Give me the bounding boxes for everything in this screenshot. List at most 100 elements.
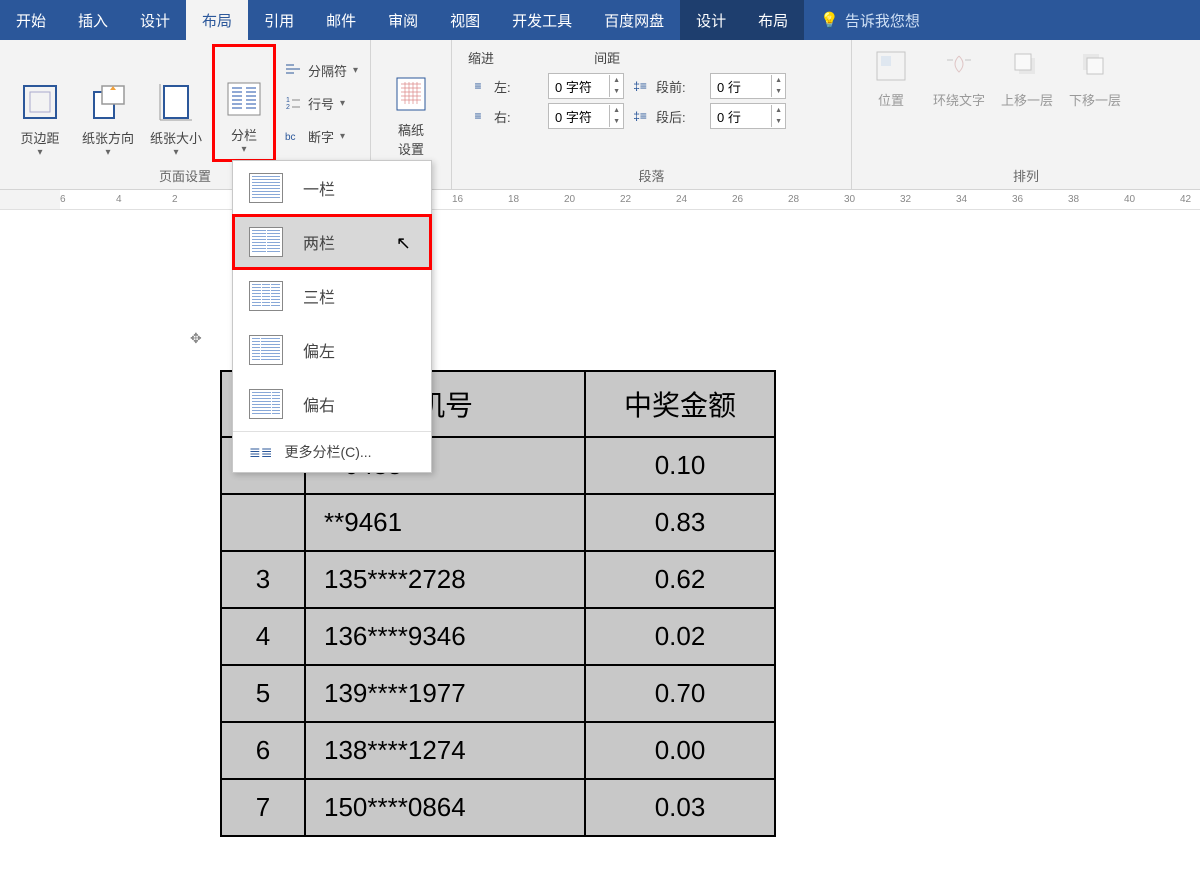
bulb-icon: 💡	[820, 11, 839, 29]
table-cell: 138****1274	[305, 722, 585, 779]
tab-baidu[interactable]: 百度网盘	[588, 0, 680, 40]
table-header-2: 中奖金额	[585, 371, 775, 437]
ruler-tick: 16	[452, 194, 463, 205]
three-column-icon	[249, 281, 283, 311]
table-row[interactable]: 6138****12740.00	[221, 722, 775, 779]
tab-insert[interactable]: 插入	[62, 0, 124, 40]
svg-text:bc: bc	[285, 132, 296, 143]
orientation-icon	[88, 82, 128, 122]
tab-reference[interactable]: 引用	[248, 0, 310, 40]
tab-layout[interactable]: 布局	[186, 0, 248, 40]
tell-me[interactable]: 💡告诉我您想	[804, 0, 936, 40]
table-cell: 0.03	[585, 779, 775, 836]
ruler-tick: 40	[1124, 194, 1135, 205]
paper-settings-button[interactable]: 稿纸 设置	[379, 44, 443, 162]
arrange-group: 位置 环绕文字 上移一层 下移一层 排列	[852, 40, 1200, 189]
wrap-icon	[941, 48, 977, 84]
ruler: 6421012141618202224262830323436384042	[0, 190, 1200, 210]
table-row[interactable]: 4136****93460.02	[221, 608, 775, 665]
indent-left-input[interactable]: ▲▼	[548, 73, 624, 99]
ruler-tick: 24	[676, 194, 687, 205]
cursor-icon: ↖	[396, 233, 411, 254]
svg-text:2: 2	[286, 104, 290, 111]
table-cell: 150****0864	[305, 779, 585, 836]
wrap-button[interactable]: 环绕文字	[928, 44, 990, 113]
ruler-tick: 2	[172, 194, 178, 205]
indent-right-label: 右:	[494, 107, 542, 126]
size-button[interactable]: 纸张大小▾	[144, 44, 208, 162]
forward-button[interactable]: 上移一层	[996, 44, 1058, 113]
tab-table-design[interactable]: 设计	[680, 0, 742, 40]
table-row[interactable]: 5139****19770.70	[221, 665, 775, 722]
table-cell: 6	[221, 722, 305, 779]
tab-mail[interactable]: 邮件	[310, 0, 372, 40]
ruler-tick: 32	[900, 194, 911, 205]
table-row[interactable]: 7150****08640.03	[221, 779, 775, 836]
margins-icon	[20, 82, 60, 122]
paragraph-group: 缩进 间距 ≡ 左: ▲▼ ‡≡ 段前: ▲▼ ≡ 右: ▲▼ ‡≡ 段后: ▲…	[452, 40, 852, 189]
ruler-tick: 36	[1012, 194, 1023, 205]
position-icon	[873, 48, 909, 84]
indent-left-icon: ≡	[468, 79, 488, 93]
space-after-input[interactable]: ▲▼	[710, 103, 786, 129]
columns-icon	[224, 79, 264, 119]
anchor-icon: ✥	[190, 330, 202, 347]
paper-icon	[391, 74, 431, 114]
tab-review[interactable]: 审阅	[372, 0, 434, 40]
columns-one[interactable]: 一栏	[233, 161, 431, 215]
table-cell: 5	[221, 665, 305, 722]
breaks-button[interactable]: 分隔符 ▾	[280, 57, 362, 84]
table-cell: 0.10	[585, 437, 775, 494]
space-before-icon: ‡≡	[630, 79, 650, 93]
ruler-tick: 20	[564, 194, 575, 205]
table-cell: 0.70	[585, 665, 775, 722]
ruler-tick: 4	[116, 194, 122, 205]
table-cell: 0.02	[585, 608, 775, 665]
margins-button[interactable]: 页边距▾	[8, 44, 72, 162]
ruler-tick: 42	[1180, 194, 1191, 205]
svg-text:1: 1	[286, 97, 290, 104]
columns-button[interactable]: 分栏▾	[212, 44, 276, 162]
hyphenation-button[interactable]: bc断字 ▾	[280, 123, 362, 150]
table-row[interactable]: 3135****27280.62	[221, 551, 775, 608]
ruler-tick: 18	[508, 194, 519, 205]
one-column-icon	[249, 173, 283, 203]
backward-icon	[1077, 48, 1113, 84]
table-cell: **9461	[305, 494, 585, 551]
table-cell: 139****1977	[305, 665, 585, 722]
tab-table-layout[interactable]: 布局	[742, 0, 804, 40]
two-column-icon	[249, 227, 283, 257]
ruler-tick: 34	[956, 194, 967, 205]
backward-button[interactable]: 下移一层	[1064, 44, 1126, 113]
table-cell: 136****9346	[305, 608, 585, 665]
orientation-button[interactable]: 纸张方向▾	[76, 44, 140, 162]
left-column-icon	[249, 335, 283, 365]
ruler-tick: 28	[788, 194, 799, 205]
columns-three[interactable]: 三栏	[233, 269, 431, 323]
table-cell	[221, 494, 305, 551]
arrange-label: 排列	[860, 162, 1192, 187]
columns-two[interactable]: 两栏 ↖	[233, 215, 431, 269]
line-numbers-button[interactable]: 12行号 ▾	[280, 90, 362, 117]
paragraph-label: 段落	[460, 162, 843, 187]
position-button[interactable]: 位置	[860, 44, 922, 113]
forward-icon	[1009, 48, 1045, 84]
tab-dev[interactable]: 开发工具	[496, 0, 588, 40]
space-before-input[interactable]: ▲▼	[710, 73, 786, 99]
columns-right[interactable]: 偏右	[233, 377, 431, 431]
table-cell: 4	[221, 608, 305, 665]
tab-start[interactable]: 开始	[0, 0, 62, 40]
tab-view[interactable]: 视图	[434, 0, 496, 40]
more-columns-icon: ≣≣	[249, 444, 272, 461]
columns-left[interactable]: 偏左	[233, 323, 431, 377]
size-icon	[156, 82, 196, 122]
columns-more[interactable]: ≣≣ 更多分栏(C)...	[233, 432, 431, 472]
ribbon: 页边距▾ 纸张方向▾ 纸张大小▾ 分栏▾ 分隔符 ▾ 12行号 ▾ bc断字 ▾…	[0, 40, 1200, 190]
table-cell: 0.62	[585, 551, 775, 608]
table-cell: 3	[221, 551, 305, 608]
indent-right-input[interactable]: ▲▼	[548, 103, 624, 129]
tab-design[interactable]: 设计	[124, 0, 186, 40]
ruler-tick: 38	[1068, 194, 1079, 205]
table-cell: 0.83	[585, 494, 775, 551]
table-row[interactable]: **94610.83	[221, 494, 775, 551]
